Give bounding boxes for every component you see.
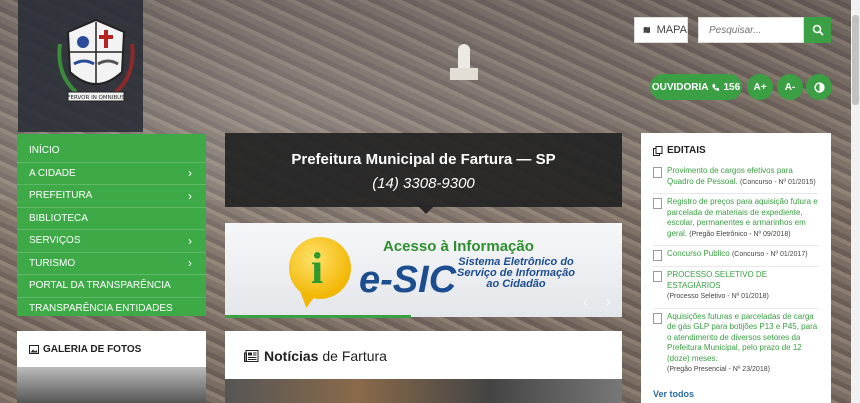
phone-icon xyxy=(712,83,720,91)
ouvidoria-phone: 156 xyxy=(723,81,741,93)
gallery-title: GALERIA DE FOTOS xyxy=(43,344,142,355)
news-panel: Notícias de Fartura xyxy=(225,331,622,403)
page-title: Prefeitura Municipal de Fartura — SP xyxy=(291,151,556,168)
edital-link[interactable]: PROCESSO SELETIVO DE ESTAGIÁRIOS xyxy=(667,270,767,290)
map-button[interactable]: MAPA xyxy=(634,17,688,43)
map-icon xyxy=(643,26,651,34)
sidebar-menu: INÍCIO A CIDADE › PREFEITURA › BIBLIOTECA … xyxy=(17,134,206,316)
list-item: Concurso Publico (Concurso - Nº 01/2017) xyxy=(653,246,818,267)
documents-icon xyxy=(653,145,663,156)
document-icon xyxy=(653,198,662,209)
info-i-letter: i xyxy=(311,244,324,293)
contrast-button[interactable] xyxy=(806,74,832,100)
newspaper-icon xyxy=(244,350,259,362)
chevron-right-icon: › xyxy=(188,233,192,248)
font-increase-button[interactable]: A+ xyxy=(747,74,773,100)
sidebar-item-portal-transparencia[interactable]: PORTAL DA TRANSPARÊNCIA xyxy=(17,275,206,298)
list-item: Aquisições futuras e parceladas de carga… xyxy=(653,309,818,381)
news-photo[interactable] xyxy=(225,379,622,403)
news-title-bold: Notícias xyxy=(264,348,319,364)
editais-heading: EDITAIS xyxy=(653,145,706,156)
search-icon xyxy=(812,24,824,36)
banner-acesso-heading: Acesso à Informação xyxy=(383,238,534,255)
map-label: MAPA xyxy=(656,24,687,36)
search-box[interactable] xyxy=(698,17,804,43)
search-button[interactable] xyxy=(804,17,831,43)
ouvidoria-label: OUVIDORIA xyxy=(651,81,709,93)
document-icon xyxy=(653,271,662,282)
city-phone: (14) 3308-9300 xyxy=(372,175,475,192)
list-item: Provimento de cargos efetivos para Quadr… xyxy=(653,163,818,194)
document-icon xyxy=(653,167,662,178)
list-item: PROCESSO SELETIVO DE ESTAGIÁRIOS (Process… xyxy=(653,267,818,309)
sidebar-item-inicio[interactable]: INÍCIO xyxy=(17,134,206,163)
sidebar-item-label: PREFEITURA xyxy=(29,190,93,202)
gallery-heading: GALERIA DE FOTOS xyxy=(29,344,141,355)
contrast-icon xyxy=(813,81,825,93)
edital-meta: (Concurso - Nº 01/2015) xyxy=(739,178,816,186)
esic-banner-slide[interactable]: i Acesso à Informação e-SIC Sistema Elet… xyxy=(225,223,622,317)
edital-meta: (Processo Seletivo - Nº 01/2018) xyxy=(667,293,769,300)
edital-meta: (Concurso - Nº 01/2017) xyxy=(731,251,808,258)
editais-list: Provimento de cargos efetivos para Quadr… xyxy=(653,163,818,381)
image-icon xyxy=(29,345,39,354)
edital-meta: (Pregão Presencial - Nº 23/2018) xyxy=(667,366,770,373)
sidebar-item-prefeitura[interactable]: PREFEITURA › xyxy=(17,185,206,208)
title-box-notch xyxy=(418,206,434,214)
edital-link[interactable]: Aquisições futuras e parceladas de carga… xyxy=(667,312,817,363)
sidebar-item-label: A CIDADE xyxy=(29,167,76,179)
sidebar-item-a-cidade[interactable]: A CIDADE › xyxy=(17,163,206,185)
sidebar-item-label: SERVIÇOS xyxy=(29,235,81,247)
slider-progress-bar xyxy=(225,315,411,318)
search-input[interactable] xyxy=(699,18,803,42)
crest-motto: FERVOR IN OMNIBUS xyxy=(67,95,125,101)
sidebar-item-biblioteca[interactable]: BIBLIOTECA xyxy=(17,208,206,230)
list-item: Registro de preços para aquisição futura… xyxy=(653,194,818,246)
church-tower-image xyxy=(450,44,478,80)
chevron-right-icon: › xyxy=(188,188,192,203)
scrollbar-thumb[interactable] xyxy=(852,15,859,105)
document-icon xyxy=(653,312,662,324)
edital-link[interactable]: Concurso Publico xyxy=(667,249,730,258)
font-decrease-button[interactable]: A- xyxy=(777,74,803,100)
sidebar-item-transparencia-entidades[interactable]: TRANSPARÊNCIA ENTIDADES xyxy=(17,298,206,320)
sidebar-item-servicos[interactable]: SERVIÇOS › xyxy=(17,230,206,253)
news-title-rest: de Fartura xyxy=(318,348,387,364)
document-icon xyxy=(653,250,662,261)
sidebar-item-label: BIBLIOTECA xyxy=(29,212,88,224)
chevron-right-icon: › xyxy=(188,256,192,271)
editais-panel: EDITAIS Provimento de cargos efetivos pa… xyxy=(641,133,831,403)
slider-prev-icon[interactable]: ‹ xyxy=(583,293,588,309)
sidebar-item-label: INÍCIO xyxy=(29,145,60,157)
editais-title: EDITAIS xyxy=(667,145,706,156)
gallery-photo[interactable] xyxy=(17,367,206,403)
chevron-right-icon: › xyxy=(188,166,192,181)
ver-todos-link[interactable]: Ver todos xyxy=(653,389,694,399)
news-heading: Notícias de Fartura xyxy=(244,348,387,364)
edital-meta: (Pregão Eletrônico - Nº 09/2018) xyxy=(689,230,791,238)
city-title-box: Prefeitura Municipal de Fartura — SP (14… xyxy=(225,133,622,207)
sidebar-item-turismo[interactable]: TURISMO › xyxy=(17,253,206,275)
slider-next-icon[interactable]: › xyxy=(606,293,611,309)
city-crest-logo: FERVOR IN OMNIBUS xyxy=(57,18,135,102)
photo-gallery-panel: GALERIA DE FOTOS xyxy=(17,331,206,403)
sidebar-item-label: TRANSPARÊNCIA ENTIDADES xyxy=(29,302,173,314)
sidebar-item-label: PORTAL DA TRANSPARÊNCIA xyxy=(29,280,171,292)
logo-box[interactable]: FERVOR IN OMNIBUS xyxy=(18,0,143,132)
banner-sistema-text: Sistema Eletrônico do Serviço de Informa… xyxy=(457,256,575,290)
banner-esic-logo-text: e-SIC xyxy=(359,259,457,301)
sidebar-item-label: TURISMO xyxy=(29,257,76,269)
ouvidoria-button[interactable]: OUVIDORIA 156 xyxy=(650,74,742,100)
